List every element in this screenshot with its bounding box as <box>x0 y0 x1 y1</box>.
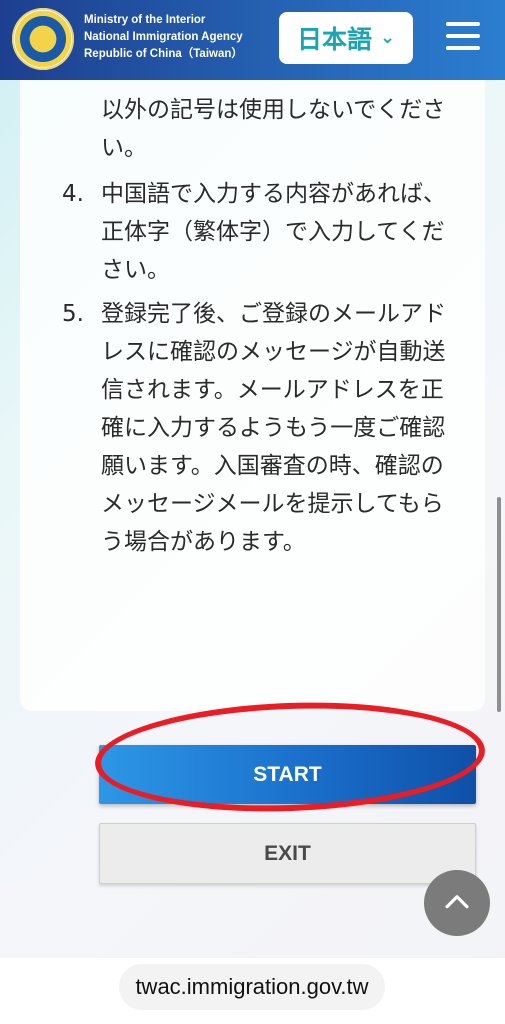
chevron-up-icon <box>445 895 469 909</box>
hamburger-menu-icon[interactable] <box>446 22 480 52</box>
instruction-fragment: 以外の記号は使用しないでください。 <box>101 97 446 161</box>
instruction-text: 登録完了後、ご登録のメールアドレスに確認のメッセージが自動送信されます。メールア… <box>101 301 446 555</box>
agency-logo[interactable] <box>12 8 74 70</box>
back-to-top-button[interactable] <box>424 870 490 936</box>
instruction-number: 5. <box>62 301 84 327</box>
agency-line-1: Ministry of the Interior <box>84 14 206 26</box>
exit-button[interactable]: EXIT <box>99 823 476 884</box>
chevron-down-icon: ⌄ <box>379 26 396 48</box>
site-header: Ministry of the Interior National Immigr… <box>0 0 505 80</box>
instruction-number: 4. <box>62 181 84 207</box>
instruction-text: 中国語で入力する内容があれば、正体字（繁体字）で入力してください。 <box>101 181 446 283</box>
url-bar[interactable]: twac.immigration.gov.tw <box>119 964 385 1010</box>
language-selector[interactable]: 日本語 ⌄ <box>279 12 413 64</box>
language-label: 日本語 <box>296 25 372 54</box>
agency-name: Ministry of the Interior National Immigr… <box>84 12 243 63</box>
start-button[interactable]: START <box>99 745 476 804</box>
agency-line-2: National Immigration Agency <box>84 31 243 43</box>
scrollbar-thumb[interactable] <box>497 497 501 712</box>
agency-line-3: Republic of China（Taiwan） <box>84 48 243 60</box>
